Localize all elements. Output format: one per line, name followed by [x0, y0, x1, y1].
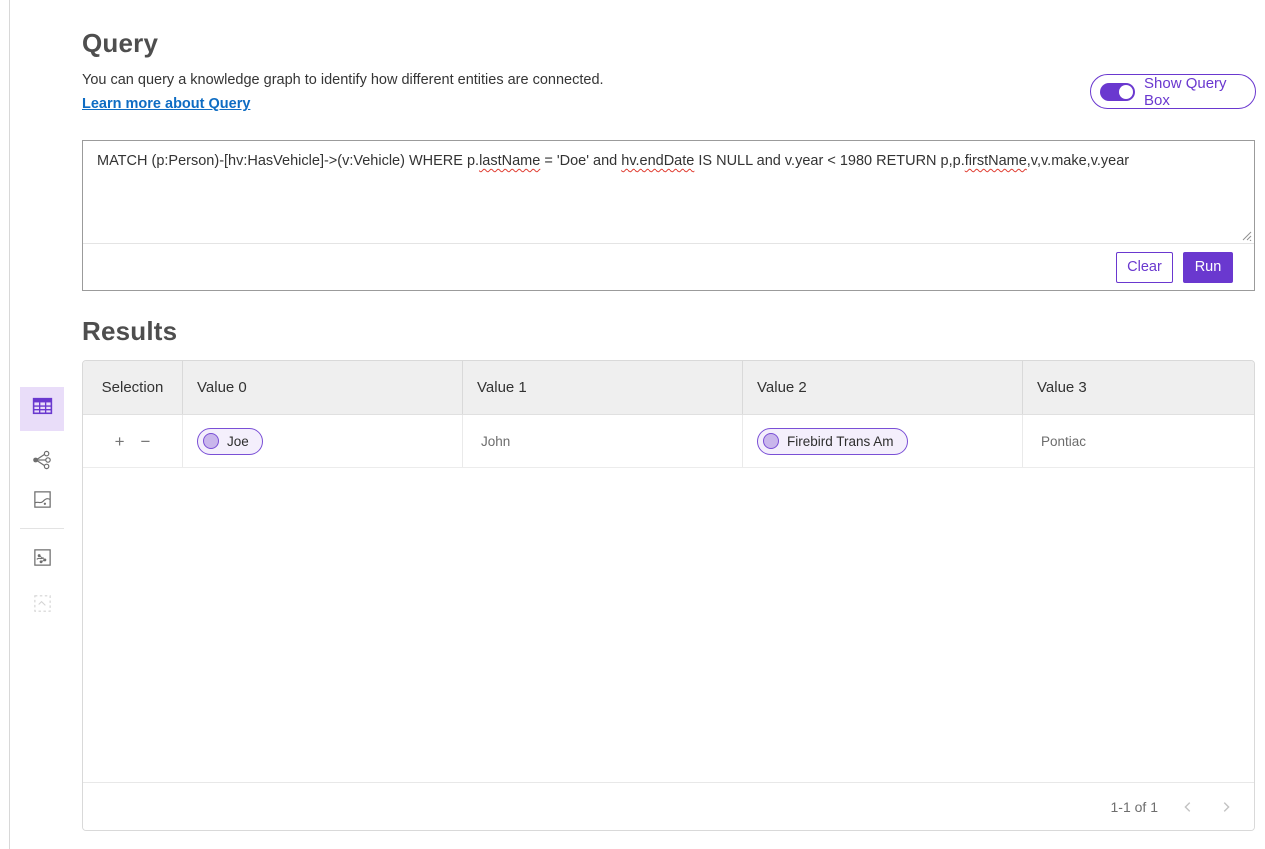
add-to-selection-button[interactable]: +: [115, 433, 125, 450]
column-header-value2: Value 2: [743, 361, 1023, 414]
query-text-misspelled: hv.endDate: [621, 153, 694, 169]
column-header-value0: Value 0: [183, 361, 463, 414]
column-header-value3: Value 3: [1023, 361, 1254, 414]
query-text-misspelled: lastName: [479, 153, 540, 169]
selection-cell: +−: [83, 415, 183, 467]
results-table-body: +− Joe John Firebird Trans Am Pontiac: [83, 415, 1254, 468]
remove-from-selection-button[interactable]: −: [141, 433, 151, 450]
value-cell: Joe: [183, 415, 463, 467]
view-button-link-chart[interactable]: [20, 440, 64, 484]
cell-text: John: [477, 434, 510, 449]
entity-pill[interactable]: Firebird Trans Am: [757, 428, 908, 455]
show-query-box-toggle[interactable]: Show Query Box: [1090, 74, 1256, 109]
page-description: You can query a knowledge graph to ident…: [82, 72, 604, 88]
entity-dot-icon: [203, 433, 219, 449]
view-button-map-overlay[interactable]: [20, 538, 64, 582]
view-switcher-divider: [20, 528, 64, 529]
results-table: Selection Value 0 Value 1 Value 2 Value …: [83, 361, 1254, 468]
page-left-divider: [9, 0, 10, 849]
results-card: Selection Value 0 Value 1 Value 2 Value …: [82, 360, 1255, 831]
entity-pill-label: Joe: [227, 434, 249, 449]
results-table-header: Selection Value 0 Value 1 Value 2 Value …: [83, 361, 1254, 415]
value-cell: John: [463, 415, 743, 467]
clear-button[interactable]: Clear: [1116, 252, 1173, 283]
entity-pill-label: Firebird Trans Am: [787, 434, 894, 449]
previous-page-button[interactable]: [1176, 795, 1200, 819]
query-input[interactable]: MATCH (p:Person)-[hv:HasVehicle]->(v:Veh…: [83, 141, 1254, 244]
dashed-box-icon: [32, 593, 53, 619]
cell-text: Pontiac: [1037, 434, 1086, 449]
view-button-map[interactable]: [20, 480, 64, 524]
next-page-button[interactable]: [1214, 795, 1238, 819]
run-button[interactable]: Run: [1183, 252, 1233, 283]
query-text-misspelled: firstName: [965, 153, 1027, 169]
page-title: Query: [82, 28, 158, 59]
results-pagination-bar: 1-1 of 1: [83, 782, 1254, 830]
pagination-range-label: 1-1 of 1: [1111, 799, 1158, 815]
entity-dot-icon: [763, 433, 779, 449]
query-editor-container: MATCH (p:Person)-[hv:HasVehicle]->(v:Veh…: [82, 140, 1255, 291]
entity-pill[interactable]: Joe: [197, 428, 263, 455]
learn-more-link[interactable]: Learn more about Query: [82, 96, 250, 112]
query-editor-footer: Clear Run: [83, 244, 1254, 290]
results-horizontal-scroll[interactable]: Selection Value 0 Value 1 Value 2 Value …: [83, 361, 1254, 782]
query-text-segment: ,v,v.make,v.year: [1027, 153, 1129, 169]
map-icon: [32, 489, 53, 515]
query-text-segment: IS NULL and v.year < 1980 RETURN p,p.: [694, 153, 964, 169]
column-header-value1: Value 1: [463, 361, 743, 414]
value-cell: Firebird Trans Am: [743, 415, 1023, 467]
link-chart-icon: [31, 449, 53, 476]
view-button-dashed-box: [20, 584, 64, 628]
query-text-segment: MATCH (p:Person)-[hv:HasVehicle]->(v:Veh…: [97, 153, 479, 169]
column-header-selection: Selection: [83, 361, 183, 414]
results-title: Results: [82, 316, 177, 347]
table-row: +− Joe John Firebird Trans Am Pontiac: [83, 415, 1254, 468]
view-button-table[interactable]: [20, 387, 64, 431]
value-cell: Pontiac: [1023, 415, 1254, 467]
map-overlay-icon: [32, 547, 53, 573]
toggle-switch-icon[interactable]: [1100, 83, 1135, 101]
resize-handle-icon[interactable]: [1239, 228, 1252, 241]
table-icon: [31, 395, 54, 423]
query-text-segment: = 'Doe' and: [540, 153, 621, 169]
toggle-label: Show Query Box: [1144, 75, 1255, 109]
